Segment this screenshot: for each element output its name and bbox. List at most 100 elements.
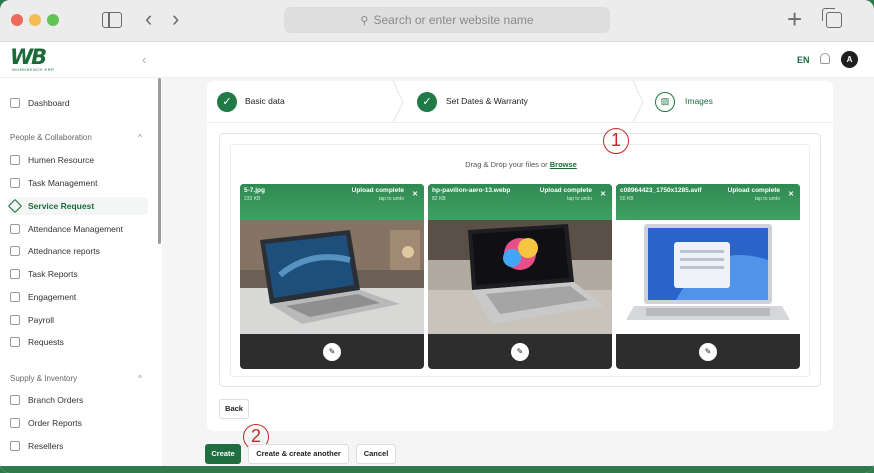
chevron-up-icon: ^	[138, 374, 142, 383]
close-window-button[interactable]	[11, 14, 23, 26]
sidebar-section-supply[interactable]: Supply & Inventory ^	[10, 372, 148, 386]
upload-status: Upload complete	[539, 187, 592, 194]
back-button[interactable]: Back	[219, 399, 249, 419]
edit-image-icon[interactable]: ✎	[699, 343, 717, 361]
file-name: 5-7.jpg	[244, 187, 265, 194]
remove-file-icon[interactable]: ✕	[600, 190, 606, 198]
sidebar-item-resellers[interactable]: Resellers	[10, 437, 148, 455]
avatar[interactable]: A	[841, 51, 858, 68]
sidebar-item-service-request[interactable]: Service Request	[7, 197, 148, 215]
sidebar-scrollbar[interactable]	[158, 78, 161, 244]
laptop-photo	[428, 220, 612, 334]
undo-hint[interactable]: tap to undo	[755, 196, 780, 202]
sidebar-item-engagement[interactable]: Engagement	[10, 288, 148, 306]
search-icon: ⚲	[360, 15, 369, 27]
home-icon	[10, 98, 20, 108]
remove-file-icon[interactable]: ✕	[788, 190, 794, 198]
store-icon	[10, 441, 20, 451]
uploaded-file-card: 5-7.jpg 233 KB Upload complete tap to un…	[240, 184, 424, 369]
step-separator	[392, 81, 404, 123]
undo-hint[interactable]: tap to undo	[567, 196, 592, 202]
dropzone-prompt-text: Drag & Drop your files or	[465, 160, 548, 169]
remove-file-icon[interactable]: ✕	[412, 190, 418, 198]
file-status-bar: 5-7.jpg 233 KB Upload complete tap to un…	[240, 184, 424, 220]
stepper: ✓ Basic data ✓ Set Dates & Warranty ▨ Im…	[207, 81, 833, 123]
bell-icon[interactable]	[820, 53, 830, 64]
collapse-sidebar-chevron-icon[interactable]: ‹	[142, 52, 146, 67]
sidebar-item-attendance-management[interactable]: Attendance Management	[10, 220, 148, 238]
step-label: Basic data	[245, 96, 285, 106]
check-icon: ✓	[217, 92, 237, 112]
sidebar-item-dashboard[interactable]: Dashboard	[10, 94, 148, 112]
upload-status: Upload complete	[351, 187, 404, 194]
tab-overview-icon[interactable]	[822, 8, 842, 28]
file-status-bar: hp-pavilion-aero-13.webp 82 KB Upload co…	[428, 184, 612, 220]
workbench-logo[interactable]: WB WORKBENCH ERP	[10, 45, 56, 75]
step-separator	[632, 81, 644, 123]
sidebar-item-label: Attednance reports	[28, 246, 100, 256]
new-tab-icon[interactable]: +	[787, 6, 802, 32]
sidebar-item-label: Dashboard	[28, 98, 70, 108]
sidebar-item-requests[interactable]: Requests	[10, 333, 148, 351]
create-another-button[interactable]: Create & create another	[248, 444, 349, 464]
sidebar-item-task-management[interactable]: Task Management	[10, 174, 148, 192]
laptop-photo	[240, 220, 424, 334]
sidebar-section-people[interactable]: People & Collaboration ^	[10, 131, 148, 145]
people-icon	[10, 155, 20, 165]
bag-icon	[10, 418, 20, 428]
sidebar-item-order-reports[interactable]: Order Reports	[10, 414, 148, 432]
language-switch[interactable]: EN	[797, 55, 810, 65]
sidebar-item-label: Service Request	[28, 201, 95, 211]
app-window: ‹ › ⚲ Search or enter website name + WB W…	[0, 0, 874, 473]
sidebar-item-attendance-reports[interactable]: Attednance reports	[10, 242, 148, 260]
forward-chevron-icon[interactable]: ›	[172, 7, 179, 31]
sidebar-item-payroll[interactable]: Payroll	[10, 311, 148, 329]
bag-icon	[10, 395, 20, 405]
megaphone-icon	[10, 292, 20, 302]
chevron-up-icon: ^	[138, 133, 142, 142]
logo-subtitle: WORKBENCH ERP	[12, 67, 55, 72]
undo-hint[interactable]: tap to undo	[379, 196, 404, 202]
sidebar-section-label: People & Collaboration	[10, 133, 92, 142]
zoom-window-button[interactable]	[47, 14, 59, 26]
address-bar[interactable]: ⚲ Search or enter website name	[284, 7, 610, 33]
sidebar-item-label: Humen Resource	[28, 155, 95, 165]
back-chevron-icon[interactable]: ‹	[145, 7, 152, 31]
laptop-photo	[616, 220, 800, 334]
file-size: 233 KB	[244, 196, 261, 202]
tools-icon	[7, 198, 23, 214]
edit-image-icon[interactable]: ✎	[511, 343, 529, 361]
money-icon	[10, 315, 20, 325]
file-size: 82 KB	[432, 196, 446, 202]
sidebar: Dashboard People & Collaboration ^ Humen …	[0, 78, 162, 473]
sidebar-item-label: Order Reports	[28, 418, 82, 428]
fingerprint-icon	[10, 224, 20, 234]
image-icon: ▨	[655, 92, 675, 112]
dropzone-area: Drag & Drop your files or Browse 5-7.jpg…	[230, 144, 810, 377]
sidebar-item-task-reports[interactable]: Task Reports	[10, 265, 148, 283]
window-bottom-edge	[0, 466, 874, 473]
create-button[interactable]: Create	[205, 444, 241, 464]
sidebar-item-label: Task Management	[28, 178, 98, 188]
browse-link[interactable]: Browse	[550, 160, 577, 169]
file-name: c08964423_1750x1285.avif	[620, 187, 702, 194]
sidebar-toggle-icon[interactable]	[102, 12, 122, 28]
sidebar-item-label: Requests	[28, 337, 64, 347]
uploaded-file-card: c08964423_1750x1285.avif 50 KB Upload co…	[616, 184, 800, 369]
browser-toolbar: ‹ › ⚲ Search or enter website name +	[0, 0, 874, 42]
sidebar-item-humen-resource[interactable]: Humen Resource	[10, 151, 148, 169]
sidebar-item-label: Engagement	[28, 292, 77, 302]
minimize-window-button[interactable]	[29, 14, 41, 26]
file-status-bar: c08964423_1750x1285.avif 50 KB Upload co…	[616, 184, 800, 220]
uploaded-file-card: hp-pavilion-aero-13.webp 82 KB Upload co…	[428, 184, 612, 369]
sidebar-section-label: Supply & Inventory	[10, 374, 78, 383]
clipboard-icon	[10, 178, 20, 188]
main-content: ✓ Basic data ✓ Set Dates & Warranty ▨ Im…	[162, 78, 874, 473]
annotation-marker-1: 1	[603, 128, 629, 154]
file-dropzone[interactable]: Drag & Drop your files or Browse 5-7.jpg…	[219, 133, 821, 387]
sidebar-item-branch-orders[interactable]: Branch Orders	[10, 391, 148, 409]
cancel-button[interactable]: Cancel	[356, 444, 396, 464]
edit-image-icon[interactable]: ✎	[323, 343, 341, 361]
sidebar-item-label: Branch Orders	[28, 395, 84, 405]
sidebar-item-label: Payroll	[28, 315, 54, 325]
